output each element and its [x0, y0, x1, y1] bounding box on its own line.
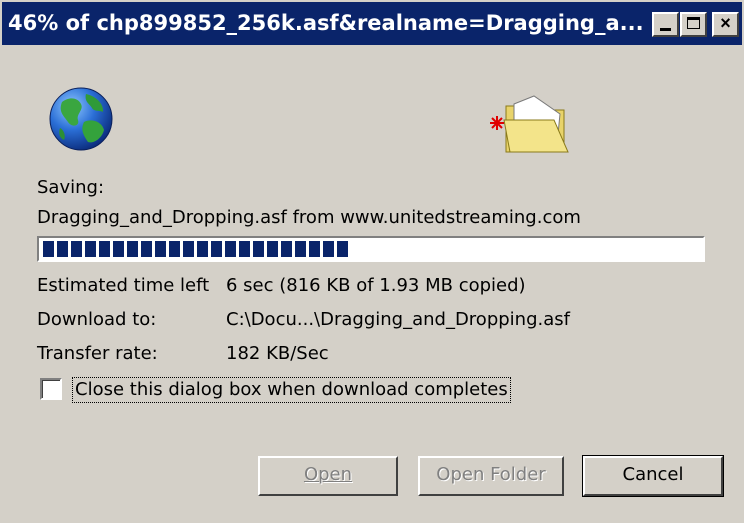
open-button-label: Open [303, 464, 353, 485]
open-folder-button-label: Open Folder [436, 464, 546, 485]
globe-icon [48, 86, 114, 152]
cancel-button-label: Cancel [622, 464, 684, 485]
download-dialog: 46% of chp899852_256k.asf&realname=Dragg… [0, 0, 744, 523]
progress-fill [43, 241, 348, 257]
time-left-value: 6 sec (816 KB of 1.93 MB copied) [226, 275, 526, 296]
saving-detail: Dragging_and_Dropping.asf from www.unite… [37, 207, 581, 228]
title-bar[interactable]: 46% of chp899852_256k.asf&realname=Dragg… [2, 2, 742, 45]
saving-label: Saving: [37, 177, 105, 198]
open-folder-button[interactable]: Open Folder [418, 456, 564, 496]
maximize-button[interactable] [680, 12, 707, 37]
minimize-button[interactable] [652, 12, 679, 37]
open-folder-icon [488, 94, 578, 156]
maximize-icon [687, 17, 700, 29]
close-when-done-checkbox[interactable] [40, 378, 62, 400]
close-icon: × [720, 13, 731, 33]
close-button[interactable]: × [712, 12, 739, 37]
minimize-icon [660, 28, 671, 31]
transfer-rate-label: Transfer rate: [37, 343, 158, 364]
download-to-label: Download to: [37, 309, 157, 330]
close-when-done-label[interactable]: Close this dialog box when download comp… [72, 377, 511, 403]
transfer-rate-value: 182 KB/Sec [226, 343, 329, 364]
open-button[interactable]: Open [258, 456, 398, 496]
time-left-label: Estimated time left [37, 275, 210, 296]
download-to-value: C:\Docu...\Dragging_and_Dropping.asf [226, 309, 570, 330]
cancel-button[interactable]: Cancel [582, 455, 724, 497]
download-progress-bar [37, 236, 705, 262]
window-title: 46% of chp899852_256k.asf&realname=Dragg… [8, 11, 644, 35]
